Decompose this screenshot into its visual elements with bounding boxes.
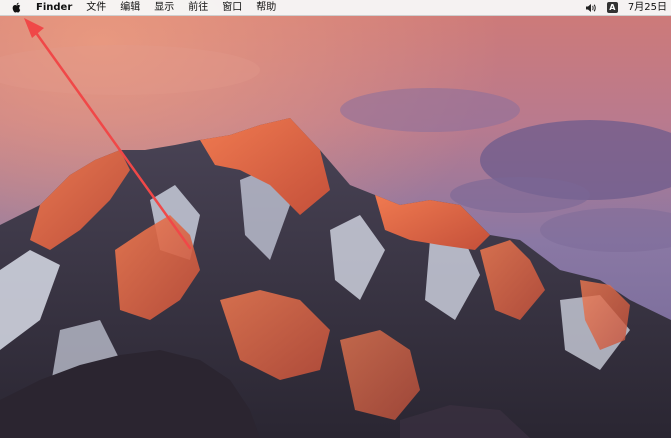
volume-icon[interactable] [585, 0, 597, 15]
menu-clock[interactable]: 7月25日 [628, 0, 667, 15]
menu-app-finder[interactable]: Finder [36, 0, 72, 15]
desktop-wallpaper [0, 0, 671, 438]
input-source-label: A [606, 2, 618, 13]
apple-logo-icon[interactable] [10, 0, 24, 15]
menu-window[interactable]: 窗口 [222, 0, 242, 15]
menu-view[interactable]: 显示 [154, 0, 174, 15]
input-source-icon[interactable]: A [606, 0, 618, 15]
menu-file[interactable]: 文件 [86, 0, 106, 15]
menu-bar: Finder 文件 编辑 显示 前往 窗口 帮助 A 7月25日 [0, 0, 671, 16]
menu-edit[interactable]: 编辑 [120, 0, 140, 15]
menu-help[interactable]: 帮助 [256, 0, 276, 15]
volume-icon-glyph [585, 3, 596, 12]
apple-logo-icon-glyph [12, 2, 21, 13]
menu-go[interactable]: 前往 [188, 0, 208, 15]
desktop-screen: Finder 文件 编辑 显示 前往 窗口 帮助 A 7月25日 [0, 0, 671, 438]
